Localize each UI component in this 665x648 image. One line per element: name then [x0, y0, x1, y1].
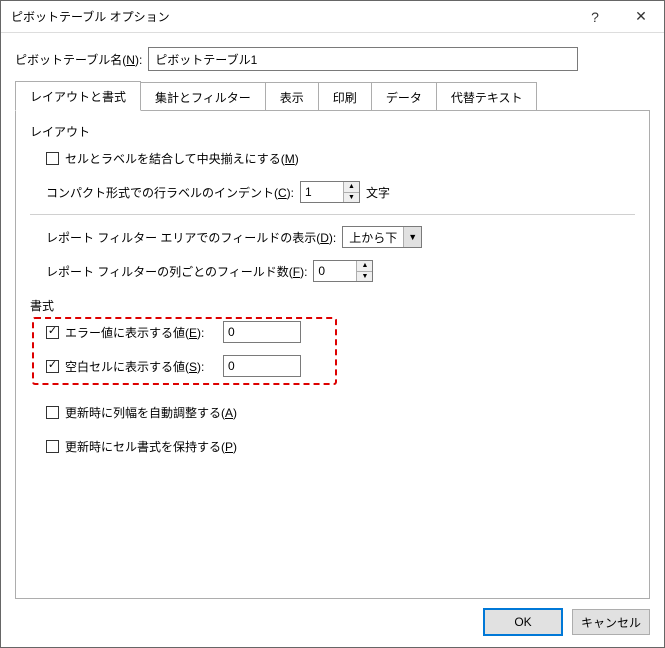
spinner-down-icon[interactable]: ▼ — [344, 193, 359, 203]
tab-body: レイアウト セルとラベルを結合して中央揃えにする(M) コンパクト形式での行ラベ… — [15, 110, 650, 599]
rf-cols-spinner-buttons[interactable]: ▲ ▼ — [356, 261, 372, 281]
rf-area-select[interactable]: 上から下 ▼ — [342, 226, 422, 248]
window-title: ピボットテーブル オプション — [11, 8, 170, 25]
autofit-label: 更新時に列幅を自動調整する(A) — [65, 404, 237, 421]
tab-data[interactable]: データ — [371, 82, 437, 111]
preserve-format-label: 更新時にセル書式を保持する(P) — [65, 438, 237, 455]
section-format-label: 書式 — [30, 297, 635, 314]
empty-cell-row: 空白セルに表示する値(S): — [46, 354, 635, 378]
pivot-name-row: ピボットテーブル名(N): — [15, 47, 650, 71]
autofit-row: 更新時に列幅を自動調整する(A) — [46, 400, 635, 424]
spinner-up-icon[interactable]: ▲ — [357, 261, 372, 272]
empty-cell-input[interactable] — [223, 355, 301, 377]
error-value-label: エラー値に表示する値(E): — [65, 324, 217, 341]
indent-label: コンパクト形式での行ラベルのインデント(C): — [46, 184, 294, 201]
section-layout-label: レイアウト — [30, 123, 635, 140]
layout-group: セルとラベルを結合して中央揃えにする(M) コンパクト形式での行ラベルのインデン… — [30, 146, 635, 204]
error-value-row: エラー値に表示する値(E): — [46, 320, 635, 344]
indent-spinner-buttons[interactable]: ▲ ▼ — [343, 182, 359, 202]
tab-display[interactable]: 表示 — [265, 82, 319, 111]
tab-print[interactable]: 印刷 — [318, 82, 372, 111]
pivot-name-input[interactable] — [148, 47, 578, 71]
titlebar: ピボットテーブル オプション ? ✕ — [1, 1, 664, 33]
ok-button[interactable]: OK — [484, 609, 562, 635]
error-value-checkbox[interactable] — [46, 326, 59, 339]
format-group-top: エラー値に表示する値(E): 空白セルに表示する値(S): — [30, 320, 635, 378]
dialog-footer: OK キャンセル — [15, 599, 650, 637]
close-button[interactable]: ✕ — [618, 1, 664, 32]
cancel-button[interactable]: キャンセル — [572, 609, 650, 635]
indent-spinner[interactable]: ▲ ▼ — [300, 181, 360, 203]
titlebar-buttons: ? ✕ — [572, 1, 664, 32]
tab-totals-filters[interactable]: 集計とフィルター — [140, 82, 266, 111]
rf-area-value: 上から下 — [343, 227, 403, 247]
preserve-format-row: 更新時にセル書式を保持する(P) — [46, 434, 635, 458]
indent-suffix: 文字 — [366, 184, 390, 201]
tabs: レイアウトと書式 集計とフィルター 表示 印刷 データ 代替テキスト — [15, 83, 650, 111]
merge-labels-label: セルとラベルを結合して中央揃えにする(M) — [65, 150, 299, 167]
empty-cell-label: 空白セルに表示する値(S): — [65, 358, 217, 375]
tab-layout-format[interactable]: レイアウトと書式 — [15, 81, 141, 111]
spinner-down-icon[interactable]: ▼ — [357, 272, 372, 282]
empty-cell-checkbox[interactable] — [46, 360, 59, 373]
rf-area-row: レポート フィルター エリアでのフィールドの表示(D): 上から下 ▼ — [46, 225, 635, 249]
rf-cols-spinner[interactable]: ▲ ▼ — [313, 260, 373, 282]
report-filter-group: レポート フィルター エリアでのフィールドの表示(D): 上から下 ▼ レポート… — [30, 225, 635, 283]
help-button[interactable]: ? — [572, 1, 618, 32]
dialog-window: ピボットテーブル オプション ? ✕ ピボットテーブル名(N): レイアウトと書… — [0, 0, 665, 648]
autofit-checkbox[interactable] — [46, 406, 59, 419]
rf-cols-row: レポート フィルターの列ごとのフィールド数(F): ▲ ▼ — [46, 259, 635, 283]
rf-area-label: レポート フィルター エリアでのフィールドの表示(D): — [46, 229, 336, 246]
format-group-bottom: 更新時に列幅を自動調整する(A) 更新時にセル書式を保持する(P) — [30, 400, 635, 458]
spinner-up-icon[interactable]: ▲ — [344, 182, 359, 193]
indent-row: コンパクト形式での行ラベルのインデント(C): ▲ ▼ 文字 — [46, 180, 635, 204]
pivot-name-label: ピボットテーブル名(N): — [15, 51, 142, 68]
merge-labels-row: セルとラベルを結合して中央揃えにする(M) — [46, 146, 635, 170]
chevron-down-icon[interactable]: ▼ — [403, 227, 421, 247]
preserve-format-checkbox[interactable] — [46, 440, 59, 453]
indent-input[interactable] — [301, 182, 343, 202]
error-value-input[interactable] — [223, 321, 301, 343]
separator — [30, 214, 635, 215]
rf-cols-input[interactable] — [314, 261, 356, 281]
dialog-content: ピボットテーブル名(N): レイアウトと書式 集計とフィルター 表示 印刷 デー… — [1, 33, 664, 647]
tab-alt-text[interactable]: 代替テキスト — [436, 82, 538, 111]
rf-cols-label: レポート フィルターの列ごとのフィールド数(F): — [46, 263, 307, 280]
merge-labels-checkbox[interactable] — [46, 152, 59, 165]
